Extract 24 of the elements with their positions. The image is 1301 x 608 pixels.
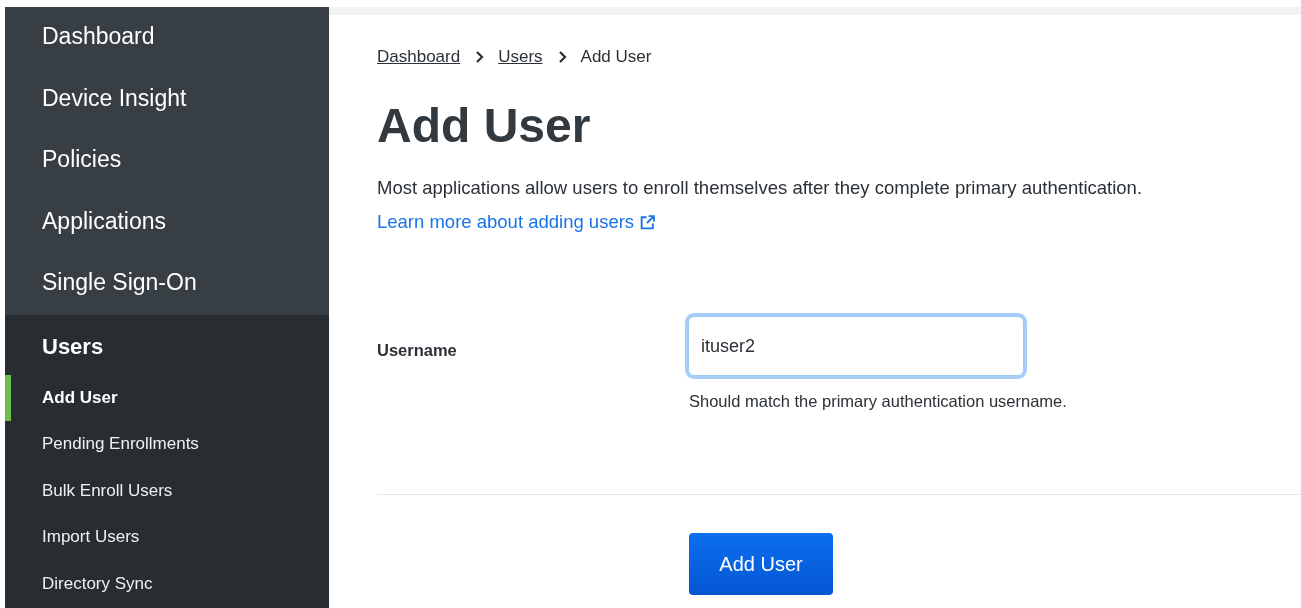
sidebar-item[interactable]: Applications (5, 191, 329, 253)
chevron-right-icon (474, 50, 485, 64)
breadcrumb-link[interactable]: Users (498, 47, 543, 67)
sidebar-subitem[interactable]: Import Users (5, 514, 329, 561)
description-text: Most applications allow users to enroll themselves after they complete primary authentication. (377, 176, 1144, 200)
learn-more-link[interactable]: Learn more about adding users (377, 211, 657, 233)
field-label: Username (377, 340, 458, 361)
chevron-right-icon (556, 50, 567, 64)
sidebar-subitem[interactable]: Pending Enrollments (5, 421, 329, 468)
add-user-button[interactable]: Add User (689, 533, 833, 595)
sidebar-item[interactable]: Policies (5, 130, 329, 192)
page-title: Add User (377, 98, 592, 154)
sidebar-item[interactable]: Device Insight (5, 68, 329, 130)
breadcrumb-current: Add User (580, 47, 652, 67)
sidebar-item[interactable]: Users (5, 314, 329, 375)
breadcrumb-link[interactable]: Dashboard (377, 47, 461, 67)
sidebar-item[interactable]: Dashboard (5, 7, 329, 69)
sidebar-subitem[interactable]: Bulk Enroll Users (5, 467, 329, 514)
hint-text: Should match the primary authentication username. (688, 392, 1067, 411)
username-field[interactable]: ituser2 (688, 316, 1024, 376)
sidebar-subitem[interactable]: Directory Sync (5, 560, 329, 607)
external-link-icon (639, 213, 657, 231)
sidebar-subitem[interactable]: Add User (5, 374, 329, 421)
sidebar-item[interactable]: Single Sign-On (5, 253, 329, 315)
